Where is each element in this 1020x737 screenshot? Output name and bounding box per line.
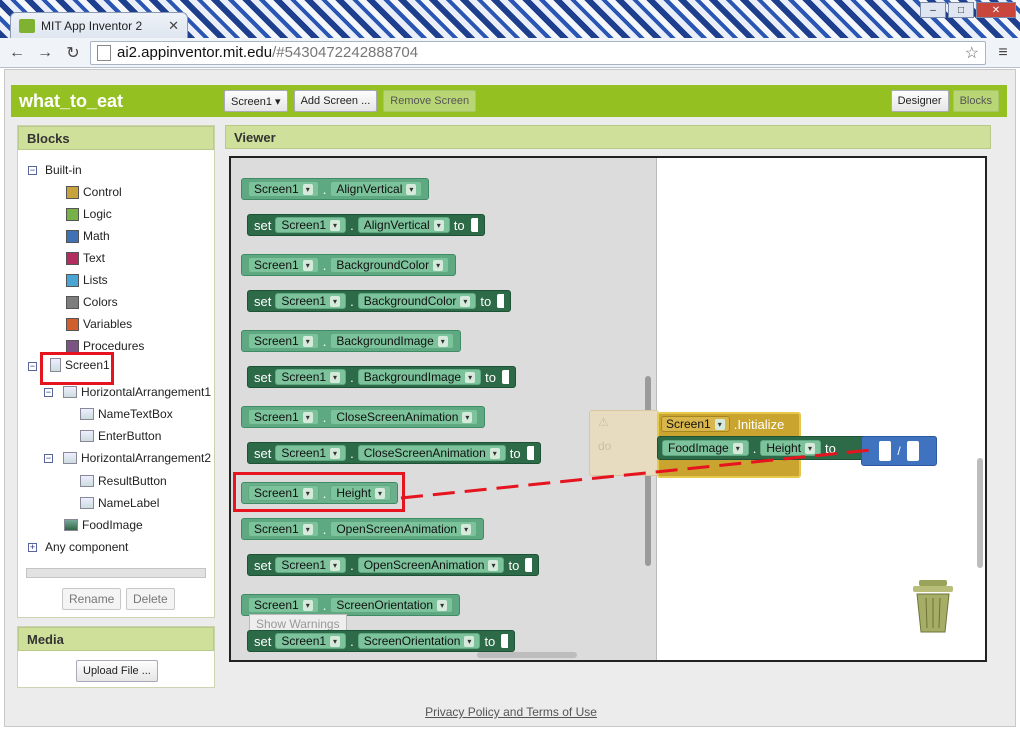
blocks-viewer-canvas[interactable]: Screen1 ▾. AlignVertical ▾ set Screen1 ▾. A… <box>229 156 987 662</box>
media-panel: Media Upload File ... <box>17 626 215 688</box>
back-icon[interactable]: ← <box>6 44 28 62</box>
trash-can-icon[interactable] <box>911 578 955 634</box>
tree-item-text[interactable]: Text <box>66 251 105 265</box>
tree-item-foodimage[interactable]: FoodImage <box>64 518 143 532</box>
tree-item-lists[interactable]: Lists <box>66 273 108 287</box>
tree-item-colors[interactable]: Colors <box>66 295 118 309</box>
math-swatch-icon <box>66 229 79 243</box>
text-swatch-icon <box>66 251 79 265</box>
menu-icon[interactable]: ≡ <box>992 44 1014 62</box>
close-window-icon[interactable]: ✕ <box>976 2 1016 18</box>
tree-item-math[interactable]: Math <box>66 229 110 243</box>
procedures-swatch-icon <box>66 339 79 353</box>
button-icon <box>80 430 94 442</box>
textbox-icon <box>80 408 94 420</box>
logic-swatch-icon <box>66 207 79 221</box>
browser-tab[interactable]: MIT App Inventor 2 ✕ <box>10 12 188 38</box>
close-tab-icon[interactable]: ✕ <box>168 18 179 34</box>
horizontal-scrollbar[interactable] <box>26 568 206 578</box>
viewer-horizontal-scrollbar[interactable] <box>477 652 577 658</box>
url-host: ai2.appinventor.mit.edu <box>117 44 273 61</box>
upload-file-button[interactable]: Upload File ... <box>76 660 158 682</box>
address-bar[interactable]: ai2.appinventor.mit.edu/#543047224288870… <box>90 40 986 65</box>
expand-icon[interactable]: + <box>28 542 37 552</box>
collapse-icon[interactable]: − <box>44 453 53 463</box>
remove-screen-button[interactable]: Remove Screen <box>383 90 477 112</box>
delete-button[interactable]: Delete <box>126 588 175 610</box>
privacy-policy-link[interactable]: Privacy Policy and Terms of Use <box>5 705 1017 719</box>
maximize-icon[interactable]: □ <box>948 2 974 18</box>
collapse-icon[interactable]: − <box>28 362 37 371</box>
drag-hint-arrow <box>400 448 872 500</box>
rename-button[interactable]: Rename <box>62 588 122 610</box>
tree-item-nametextbox[interactable]: NameTextBox <box>80 407 173 421</box>
tree-item-enterbutton[interactable]: EnterButton <box>80 429 161 443</box>
tree-item-control[interactable]: Control <box>66 185 122 199</box>
media-panel-title: Media <box>18 627 214 651</box>
tree-item-namelabel[interactable]: NameLabel <box>80 496 159 510</box>
app-inventor-workspace: what_to_eat Screen1 ▾ Add Screen ... Rem… <box>4 69 1016 727</box>
image-icon <box>64 519 78 531</box>
colors-swatch-icon <box>66 295 79 309</box>
tree-item-ha2[interactable]: − HorizontalArrangement2 <box>44 451 211 465</box>
reload-icon[interactable]: ↻ <box>62 43 84 63</box>
viewer-panel: Viewer <box>225 125 991 149</box>
window-controls: – □ ✕ <box>920 2 1016 18</box>
viewer-vertical-scrollbar[interactable] <box>977 458 983 568</box>
designer-button[interactable]: Designer <box>890 90 949 112</box>
browser-tab-strip: MIT App Inventor 2 ✕ – □ ✕ <box>0 0 1020 38</box>
tree-item-procedures[interactable]: Procedures <box>66 339 144 353</box>
blocks-panel-title: Blocks <box>18 126 214 150</box>
collapse-icon[interactable]: − <box>28 165 37 175</box>
tree-builtin[interactable]: − Built-in <box>28 163 82 177</box>
tree-item-resultbutton[interactable]: ResultButton <box>80 474 167 488</box>
tab-title: MIT App Inventor 2 <box>41 18 143 33</box>
tree-any-component[interactable]: + Any component <box>28 540 128 554</box>
viewer-title: Viewer <box>225 125 991 149</box>
tree-item-ha1[interactable]: − HorizontalArrangement1 <box>44 385 211 399</box>
forward-icon[interactable]: → <box>34 44 56 62</box>
project-name: what_to_eat <box>19 90 124 111</box>
tree-item-logic[interactable]: Logic <box>66 207 112 221</box>
label-icon <box>80 497 94 509</box>
builtin-label: Built-in <box>45 163 82 177</box>
bookmark-star-icon[interactable]: ☆ <box>965 43 979 63</box>
arrangement-icon <box>63 386 77 398</box>
page-icon <box>97 44 111 61</box>
browser-toolbar: ← → ↻ ai2.appinventor.mit.edu/#543047224… <box>0 38 1020 68</box>
screen-icon <box>50 358 61 372</box>
control-swatch-icon <box>66 185 79 199</box>
variables-swatch-icon <box>66 317 79 331</box>
screen-select-dropdown[interactable]: Screen1 ▾ <box>224 90 288 112</box>
tree-item-screen1[interactable]: Screen1 <box>50 358 110 372</box>
project-header: what_to_eat Screen1 ▾ Add Screen ... Rem… <box>11 85 1007 117</box>
blocks-button[interactable]: Blocks <box>952 90 999 112</box>
lists-swatch-icon <box>66 273 79 287</box>
minimize-icon[interactable]: – <box>920 2 946 18</box>
tree-item-variables[interactable]: Variables <box>66 317 132 331</box>
app-inventor-favicon-icon <box>19 18 35 33</box>
button-icon <box>80 475 94 487</box>
collapse-icon[interactable]: − <box>44 387 53 397</box>
tree-screen1-toggle[interactable]: − <box>28 362 37 371</box>
arrangement-icon <box>63 452 77 464</box>
url-path: /#5430472242888704 <box>272 44 419 61</box>
add-screen-button[interactable]: Add Screen ... <box>293 90 378 112</box>
blocks-panel: Blocks − Built-in Control Logic Math Tex… <box>17 125 215 618</box>
